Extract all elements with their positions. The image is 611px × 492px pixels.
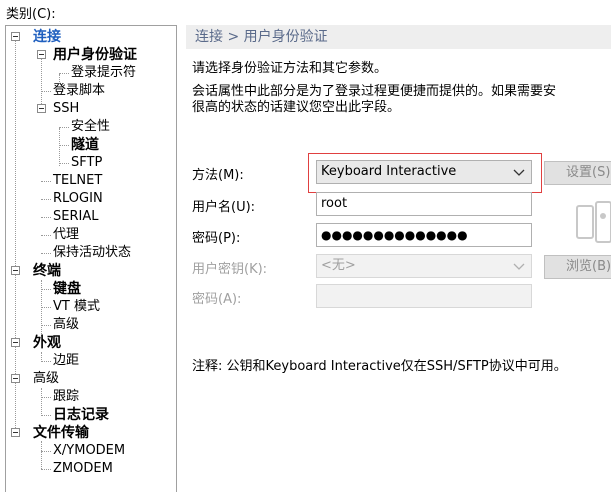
setup-button[interactable]: 设置(S): [544, 161, 611, 185]
tree-line: [59, 73, 69, 74]
tree-line: [41, 352, 42, 360]
username-label: 用户名(U):: [192, 200, 256, 215]
tree-item-xymodem[interactable]: X/YMODEM: [53, 442, 125, 460]
collapse-icon[interactable]: [11, 338, 20, 347]
tree-line: [41, 199, 51, 200]
tree-item-terminal-advanced[interactable]: 高级: [53, 316, 79, 334]
tree-item-connection[interactable]: 连接: [33, 28, 61, 46]
tree-item-proxy[interactable]: 代理: [53, 226, 79, 244]
tree-line: [41, 307, 51, 308]
tree-item-keep-alive[interactable]: 保持活动状态: [53, 244, 131, 262]
tree-line: [41, 91, 51, 92]
tree-line: [59, 127, 69, 128]
collapse-icon[interactable]: [37, 104, 46, 113]
tree-item-ssh[interactable]: SSH: [53, 100, 79, 118]
tree-line: [41, 235, 51, 236]
tree-item-keyboard[interactable]: 键盘: [53, 280, 81, 298]
tree-line: [41, 441, 42, 469]
key-icon: [576, 201, 611, 243]
collapse-icon[interactable]: [11, 266, 20, 275]
tree-item-telnet[interactable]: TELNET: [53, 172, 102, 190]
tree-line: [41, 361, 51, 362]
tree-line: [41, 388, 42, 414]
panel-description: 请选择身份验证方法和其它参数。: [192, 61, 388, 76]
tree-item-security[interactable]: 安全性: [71, 118, 110, 136]
tree-line: [41, 469, 51, 470]
note-text: 注释: 公钥和Keyboard Interactive仅在SSH/SFTP协议中…: [192, 359, 567, 374]
tree-item-trace[interactable]: 跟踪: [53, 388, 79, 406]
tree-line: [41, 397, 51, 398]
tree-item-login-scripts[interactable]: 登录脚本: [53, 82, 105, 100]
tree-item-advanced[interactable]: 高级: [33, 370, 59, 388]
method-select-value: Keyboard Interactive: [321, 164, 457, 179]
userkey-select-value: <无>: [321, 258, 356, 273]
tree-line: [41, 415, 51, 416]
tree-line: [59, 145, 69, 146]
chevron-down-icon: [513, 169, 525, 176]
passphrase-input: [316, 284, 532, 308]
category-label: 类别(C):: [6, 7, 56, 22]
tree-line: [41, 289, 51, 290]
chevron-down-icon: [513, 263, 525, 270]
tree-line: [41, 325, 51, 326]
tree-item-terminal[interactable]: 终端: [33, 262, 61, 280]
panel-description: 很高的状态的话建议您空出此字段。: [192, 100, 401, 115]
userkey-select: <无>: [316, 254, 532, 278]
collapse-icon[interactable]: [37, 50, 46, 59]
tree-item-login-prompts[interactable]: 登录提示符: [71, 64, 136, 82]
tree-item-logging[interactable]: 日志记录: [53, 406, 109, 424]
tree-item-rlogin[interactable]: RLOGIN: [53, 190, 103, 208]
tree-line: [41, 217, 51, 218]
tree-line: [59, 128, 60, 166]
tree-line: [41, 181, 51, 182]
method-select[interactable]: Keyboard Interactive: [316, 160, 532, 184]
tree-item-sftp[interactable]: SFTP: [71, 154, 102, 172]
tree-item-file-transfer[interactable]: 文件传输: [33, 424, 89, 442]
tree-item-vt-modes[interactable]: VT 模式: [53, 298, 100, 316]
password-input[interactable]: ●●●●●●●●●●●●●●: [316, 223, 532, 247]
username-input[interactable]: root: [316, 192, 532, 216]
method-label: 方法(M):: [192, 168, 244, 183]
tree-item-margins[interactable]: 边距: [53, 352, 79, 370]
tree-line: [41, 253, 51, 254]
tree-item-tunneling[interactable]: 隧道: [71, 136, 99, 154]
collapse-icon[interactable]: [11, 374, 20, 383]
tree-item-zmodem[interactable]: ZMODEM: [53, 460, 113, 478]
collapse-icon[interactable]: [11, 428, 20, 437]
password-label: 密码(P):: [192, 231, 241, 246]
tree-line: [59, 163, 69, 164]
tree-item-appearance[interactable]: 外观: [33, 334, 61, 352]
category-tree[interactable]: 连接 用户身份验证 登录提示符 登录脚本 SSH 安全性 隧道 SFTP TEL…: [5, 25, 177, 492]
panel-breadcrumb: 连接 > 用户身份验证: [186, 25, 611, 49]
tree-item-serial[interactable]: SERIAL: [53, 208, 98, 226]
collapse-icon[interactable]: [11, 32, 20, 41]
tree-item-user-auth[interactable]: 用户身份验证: [53, 46, 137, 64]
passphrase-label: 密码(A):: [192, 292, 242, 307]
tree-line: [41, 451, 51, 452]
browse-button: 浏览(B): [544, 255, 611, 279]
userkey-label: 用户密钥(K):: [192, 262, 268, 277]
